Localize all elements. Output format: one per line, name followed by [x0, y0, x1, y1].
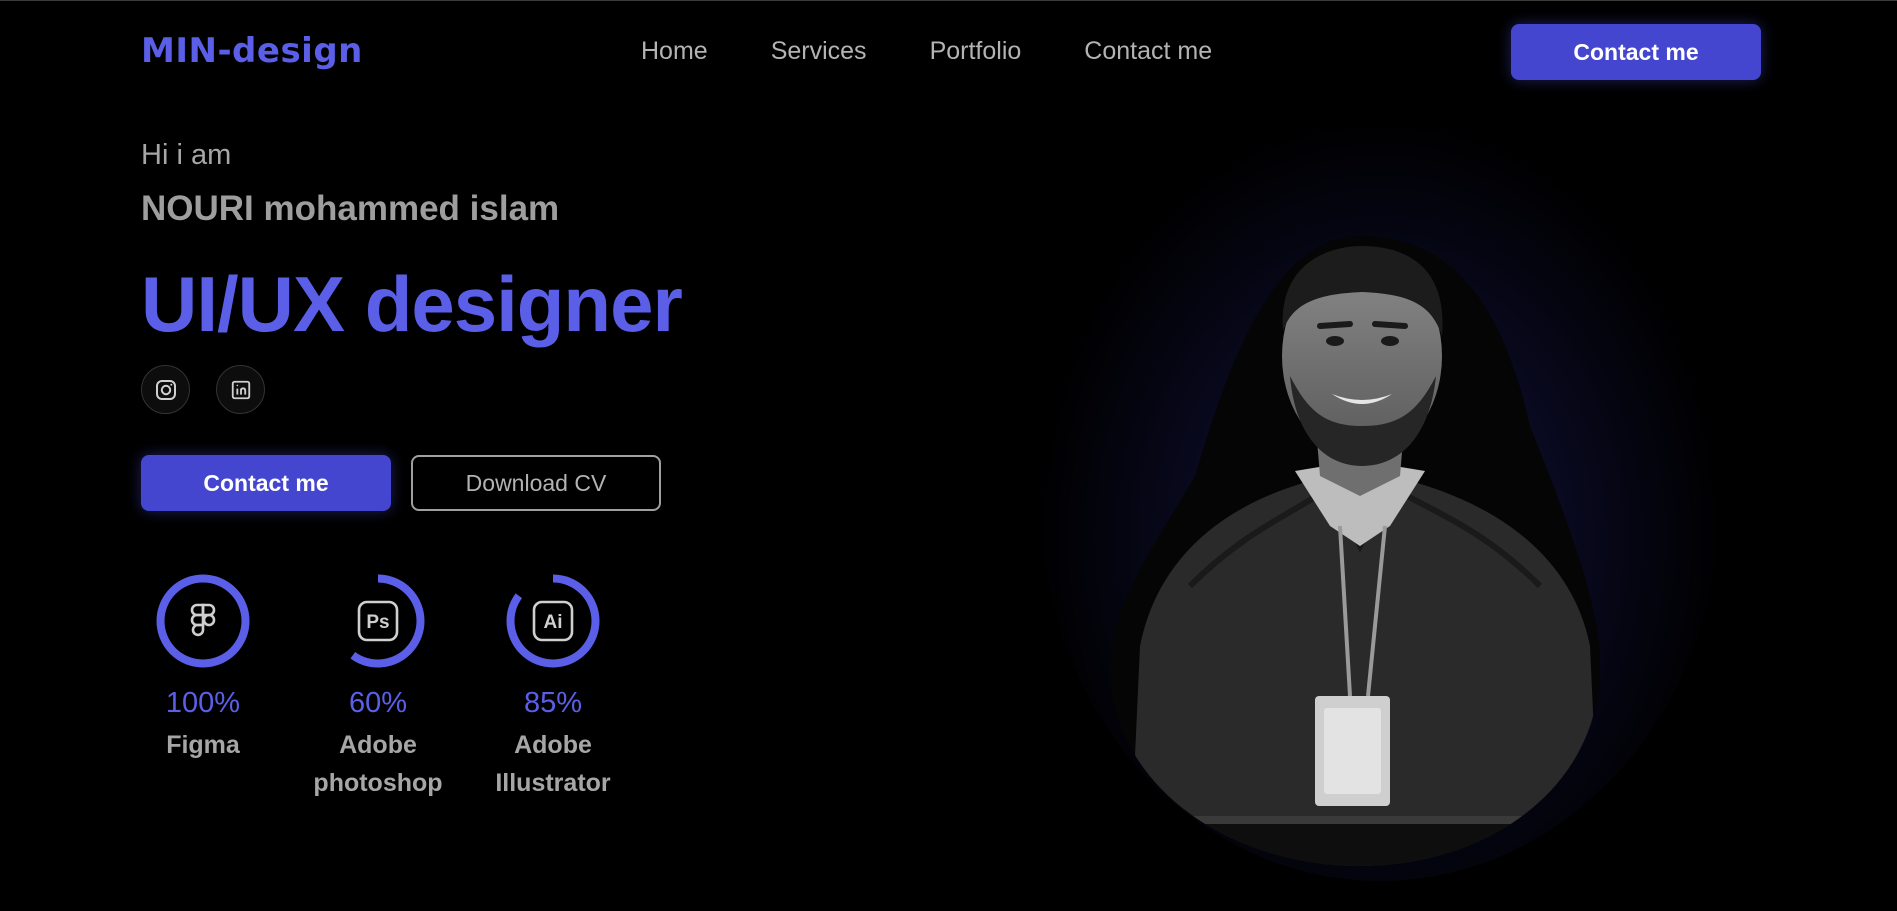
page: MIN-design Home Services Portfolio Conta… — [0, 0, 1897, 911]
skill-name-line: Adobe — [339, 731, 417, 759]
linkedin-icon — [231, 380, 250, 399]
nav-link-portfolio[interactable]: Portfolio — [930, 37, 1022, 66]
svg-text:Ai: Ai — [544, 612, 563, 633]
download-cv-button[interactable]: Download CV — [411, 455, 661, 511]
figma-icon — [190, 603, 216, 637]
contact-button[interactable]: Contact me — [141, 455, 391, 511]
skill-percent: 85% — [523, 687, 583, 719]
illustrator-icon: Ai — [532, 600, 574, 642]
svg-text:Ps: Ps — [366, 612, 389, 633]
skill-name-line: Adobe — [514, 731, 592, 759]
skill-name: Figma — [123, 726, 283, 764]
skill-illustrator: Ai 85% Adobe Illustrator — [473, 571, 633, 802]
instagram-icon — [155, 379, 176, 400]
nav-contact-button[interactable]: Contact me — [1511, 24, 1761, 80]
skill-name: Adobe Illustrator — [473, 726, 633, 802]
nav-link-contact[interactable]: Contact me — [1084, 37, 1212, 66]
person-name: NOURI mohammed islam — [141, 189, 560, 228]
figma-progress-ring — [156, 574, 250, 668]
skill-percent: 60% — [348, 687, 408, 719]
instagram-link[interactable] — [141, 365, 190, 414]
skill-photoshop: Ps 60% Adobe photoshop — [298, 571, 458, 802]
skill-name: Adobe photoshop — [298, 726, 458, 802]
logo[interactable]: MIN-design — [141, 31, 363, 71]
skill-name-line: Illustrator — [495, 769, 611, 797]
photoshop-progress-ring: Ps — [331, 574, 425, 668]
greeting-text: Hi i am — [141, 139, 232, 171]
role-title: UI/UX designer — [141, 260, 683, 348]
skill-name-line: photoshop — [313, 769, 443, 797]
portrait-photo — [1110, 236, 1600, 866]
nav-link-home[interactable]: Home — [641, 37, 708, 66]
skill-percent: 100% — [165, 687, 241, 719]
linkedin-link[interactable] — [216, 365, 265, 414]
skill-name-line: Figma — [166, 731, 240, 759]
illustrator-progress-ring: Ai — [506, 574, 600, 668]
main-nav: Home Services Portfolio Contact me — [641, 37, 1275, 66]
photoshop-icon: Ps — [357, 600, 399, 642]
skill-figma: 100% Figma — [123, 571, 283, 764]
nav-link-services[interactable]: Services — [771, 37, 867, 66]
